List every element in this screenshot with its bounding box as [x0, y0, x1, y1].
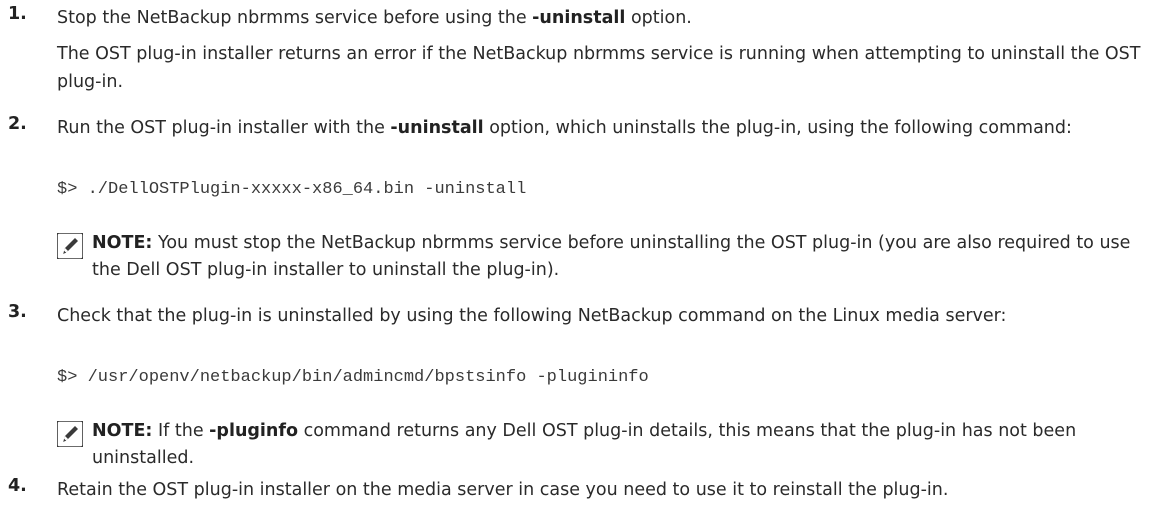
pencil-note-icon [57, 421, 83, 447]
step-detail: The OST plug-in installer returns an err… [57, 44, 1141, 92]
step-text-part: Stop the NetBackup nbrmms service before… [57, 8, 533, 28]
command-line: $> ./DellOSTPlugin-xxxxx-x86_64.bin -uni… [57, 180, 527, 199]
command-line: $> /usr/openv/netbackup/bin/admincmd/bps… [57, 368, 649, 387]
option-name: -uninstall [390, 118, 484, 138]
step-text-part: Run the OST plug-in installer with the [57, 118, 391, 138]
note-label: NOTE: [92, 421, 153, 441]
step-number: 1. [8, 4, 27, 24]
step-text-part: option, which uninstalls the plug-in, us… [483, 118, 1072, 138]
option-name: -uninstall [532, 8, 626, 28]
note-label: NOTE: [92, 233, 153, 253]
note-body: If the [152, 421, 210, 441]
step-text-part: option. [625, 8, 692, 28]
note-text: NOTE: If the -pluginfo command returns a… [92, 418, 1160, 472]
step-number: 2. [8, 114, 27, 134]
pencil-note-icon [57, 233, 83, 259]
step-text: Retain the OST plug-in installer on the … [57, 480, 949, 500]
document: 1. Stop the NetBackup nbrmms service bef… [0, 0, 1170, 508]
step-text: Stop the NetBackup nbrmms service before… [57, 4, 1160, 32]
step-text: Check that the plug-in is uninstalled by… [57, 306, 1007, 326]
note-text: NOTE: You must stop the NetBackup nbrmms… [92, 230, 1160, 284]
option-name: -pluginfo [209, 421, 299, 441]
note-body: You must stop the NetBackup nbrmms servi… [92, 233, 1131, 280]
step-number: 3. [8, 302, 27, 322]
step-number: 4. [8, 476, 27, 496]
step-text: Run the OST plug-in installer with the -… [57, 114, 1160, 142]
